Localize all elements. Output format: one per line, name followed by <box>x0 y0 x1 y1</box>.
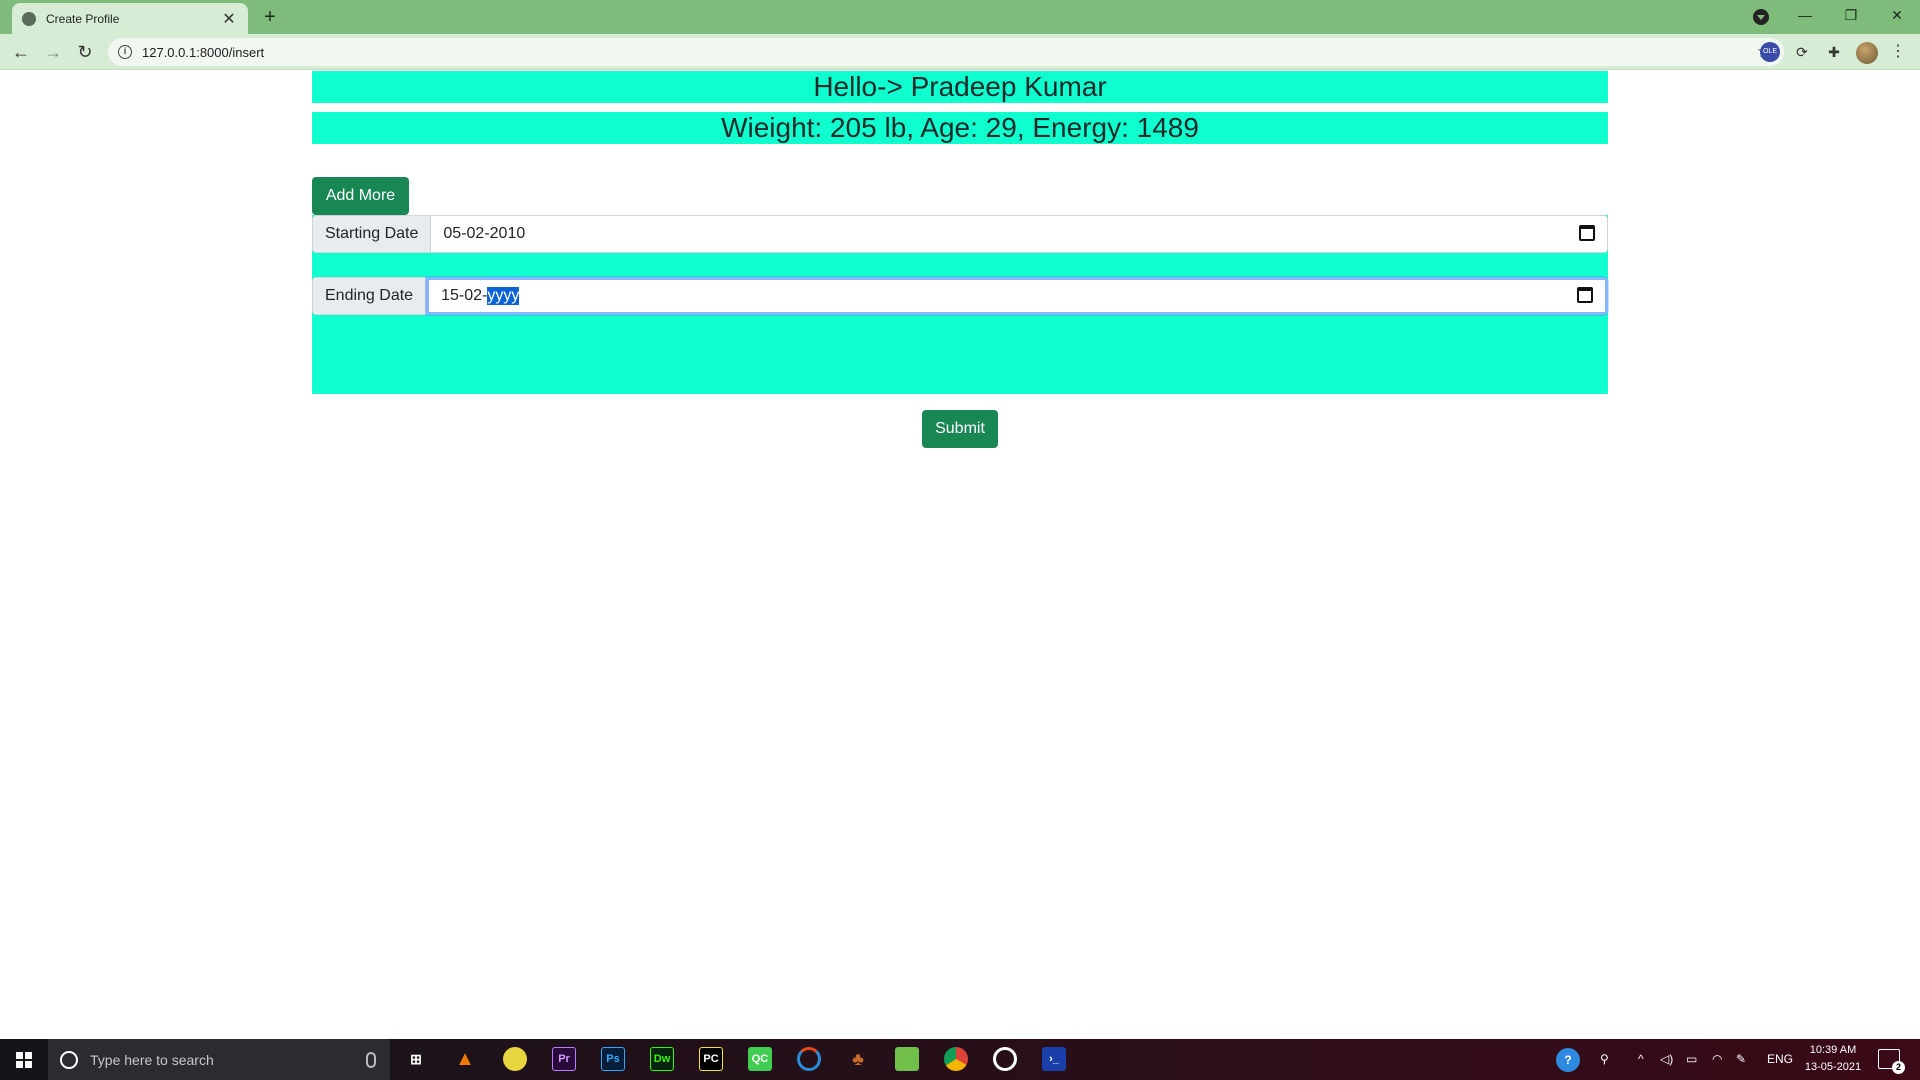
vlc-icon[interactable]: ▲ <box>453 1047 477 1071</box>
greeting-banner: Hello-> Pradeep Kumar <box>312 71 1608 103</box>
help-icon[interactable]: ? <box>1556 1048 1580 1072</box>
pycharm-icon[interactable]: PC <box>699 1047 723 1071</box>
taskbar-search-box[interactable]: Type here to search <box>48 1039 390 1080</box>
premiere-icon[interactable]: Pr <box>552 1047 576 1071</box>
chevron-up-icon[interactable]: ^ <box>1638 1039 1644 1080</box>
reload-icon[interactable]: ↻ <box>73 40 97 64</box>
back-arrow-icon[interactable]: ← <box>9 40 33 64</box>
tab-create-profile[interactable]: Create Profile ✕ <box>12 3 248 34</box>
notification-center-icon[interactable]: 2 <box>1878 1049 1905 1074</box>
minimize-button[interactable]: — <box>1782 0 1828 34</box>
starting-date-label: Starting Date <box>312 215 432 253</box>
task-view-icon[interactable]: ⊞ <box>404 1047 428 1071</box>
browser-toolbar: ← → ↻ i 127.0.0.1:8000/insert ☆ <box>0 34 1920 70</box>
qt-creator-icon[interactable]: QC <box>748 1047 772 1071</box>
sync-extension-icon[interactable]: ⟳ <box>1792 42 1812 62</box>
clock-time: 10:39 AM <box>1809 1044 1857 1056</box>
clock[interactable]: 10:39 AM 13-05-2021 <box>1798 1042 1868 1076</box>
volume-icon[interactable]: ◁) <box>1660 1039 1673 1080</box>
starting-date-group: Starting Date 05-02-2010 <box>312 215 1608 253</box>
url-text: 127.0.0.1:8000/insert <box>142 44 265 60</box>
globe-icon <box>22 11 36 26</box>
ending-date-label: Ending Date <box>312 277 427 315</box>
fruit-app-icon[interactable]: ♣ <box>846 1047 870 1071</box>
add-more-button[interactable]: Add More <box>312 177 409 215</box>
ending-date-group: Ending Date 15-02- yyyy <box>312 277 1608 315</box>
ending-date-value: 15-02- <box>441 287 488 304</box>
microphone-icon[interactable] <box>366 1051 376 1068</box>
clock-date: 13-05-2021 <box>1804 1061 1862 1073</box>
new-tab-button[interactable]: + <box>258 6 282 30</box>
photoshop-icon[interactable]: Ps <box>601 1047 625 1071</box>
search-placeholder: Type here to search <box>90 1051 214 1068</box>
people-icon[interactable]: ⚲ <box>1600 1039 1609 1080</box>
dreamweaver-icon[interactable]: Dw <box>650 1047 674 1071</box>
notification-count: 2 <box>1892 1061 1905 1074</box>
obs-icon[interactable] <box>993 1047 1017 1071</box>
wifi-icon[interactable]: ◠ <box>1712 1039 1722 1080</box>
tab-title: Create Profile <box>46 11 120 26</box>
starting-date-value: 05-02-2010 <box>443 225 526 242</box>
windows-taskbar: Type here to search ⊞ ▲ Pr Ps Dw PC QC ♣… <box>0 1039 1920 1080</box>
date-form: Starting Date 05-02-2010 Ending Date 15-… <box>312 215 1608 448</box>
circle-app-icon[interactable] <box>797 1047 821 1071</box>
browser-tab-bar: Create Profile ✕ + — ❐ ✕ <box>0 0 1920 34</box>
powershell-icon[interactable]: ›_ <box>1042 1047 1066 1071</box>
start-button[interactable] <box>0 1039 48 1080</box>
notepad-icon[interactable] <box>895 1047 919 1071</box>
ending-date-year-selection: yyyy <box>487 287 520 305</box>
site-info-icon[interactable]: i <box>118 45 132 59</box>
profile-avatar[interactable] <box>1856 42 1878 64</box>
stats-banner: Wieight: 205 lb, Age: 29, Energy: 1489 <box>312 112 1608 144</box>
app-yellow-icon[interactable] <box>503 1047 527 1071</box>
tab-close-icon[interactable]: ✕ <box>220 9 238 29</box>
puzzle-extensions-icon[interactable]: ✚ <box>1824 42 1844 62</box>
submit-button[interactable]: Submit <box>922 410 998 448</box>
ending-date-input[interactable]: 15-02- yyyy <box>426 277 1608 315</box>
windows-logo-icon <box>16 1052 32 1068</box>
calendar-icon[interactable] <box>1579 225 1595 241</box>
extension-icon[interactable]: OLE <box>1760 42 1780 62</box>
forward-arrow-icon[interactable]: → <box>41 40 65 64</box>
pen-icon[interactable]: ✎ <box>1736 1039 1746 1080</box>
chrome-icon[interactable] <box>944 1047 968 1071</box>
kebab-menu-icon[interactable]: ⋮ <box>1890 42 1906 62</box>
language-indicator[interactable]: ENG <box>1767 1039 1793 1080</box>
address-bar[interactable]: i 127.0.0.1:8000/insert ☆ <box>108 38 1784 66</box>
tab-search-icon[interactable] <box>1753 9 1769 25</box>
battery-icon[interactable]: ▭ <box>1686 1039 1697 1080</box>
restore-button[interactable]: ❐ <box>1828 0 1874 34</box>
starting-date-input[interactable]: 05-02-2010 <box>431 215 1608 253</box>
cortana-icon <box>60 1050 78 1069</box>
page-content: Hello-> Pradeep Kumar Wieight: 205 lb, A… <box>0 71 1920 1039</box>
window-close-button[interactable]: ✕ <box>1874 0 1920 34</box>
calendar-icon[interactable] <box>1577 287 1593 303</box>
